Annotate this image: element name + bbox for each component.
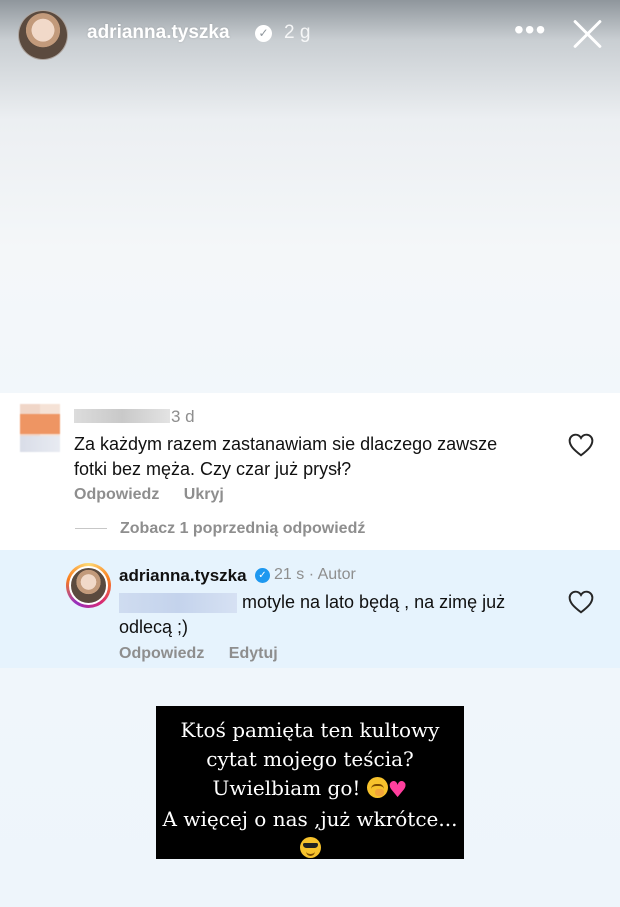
- hide-button[interactable]: Ukryj: [184, 486, 224, 503]
- more-horizontal-icon[interactable]: •••: [514, 16, 545, 44]
- comment-time: 3 d: [171, 407, 195, 426]
- close-icon[interactable]: [570, 15, 606, 51]
- caption-line: A więcej o nas ,już wkrótce...: [162, 807, 458, 831]
- like-heart-icon[interactable]: [568, 433, 594, 457]
- view-previous-replies[interactable]: Zobacz 1 poprzednią odpowiedź: [120, 520, 365, 538]
- caption-line-5: [156, 834, 464, 863]
- story-username[interactable]: adrianna.tyszka: [87, 22, 230, 44]
- verified-badge-icon: ✓: [255, 25, 272, 42]
- profile-avatar[interactable]: [18, 10, 68, 60]
- divider-line: [75, 528, 107, 529]
- reply-avatar: [69, 566, 108, 605]
- story-caption: Ktoś pamięta ten kultowy cytat mojego te…: [156, 706, 464, 859]
- comment-actions: Odpowiedz Ukryj: [74, 486, 244, 504]
- sunglasses-emoji-icon: [299, 837, 321, 858]
- caption-line: Ktoś pamięta ten kultowy: [180, 718, 440, 742]
- reply-item: adrianna.tyszka ✓ 21 s · Autor motyle na…: [0, 550, 620, 668]
- reply-meta: 21 s · Autor: [274, 566, 356, 583]
- story-header: adrianna.tyszka ✓ 2 g •••: [0, 0, 620, 70]
- pink-heart-icon: ♥: [387, 778, 408, 803]
- commenter-avatar-blurred: [20, 404, 60, 452]
- reply-button[interactable]: Odpowiedz: [74, 486, 159, 503]
- hand-over-mouth-emoji-icon: [366, 777, 388, 798]
- edit-button[interactable]: Edytuj: [229, 645, 278, 662]
- story-time: 2 g: [284, 22, 311, 43]
- caption-text: Uwielbiam go!: [212, 776, 361, 800]
- reply-username[interactable]: adrianna.tyszka: [119, 566, 247, 586]
- reply-actions: Odpowiedz Edytuj: [119, 645, 298, 663]
- reply-avatar-ring[interactable]: [66, 563, 111, 608]
- caption-line: cytat mojego teścia?: [206, 747, 414, 771]
- comment-text: Za każdym razem zastanawiam sie dlaczego…: [74, 434, 498, 479]
- like-heart-icon[interactable]: [568, 590, 594, 614]
- comment-panel: 3 d Za każdym razem zastanawiam sie dlac…: [0, 393, 620, 668]
- caption-line-3: Uwielbiam go! ♥: [156, 774, 464, 805]
- reply-text: motyle na lato będą , na zimę już odlecą…: [119, 592, 506, 637]
- commenter-name-blurred: [74, 409, 170, 423]
- verified-badge-icon: ✓: [255, 568, 270, 583]
- reply-button[interactable]: Odpowiedz: [119, 645, 204, 662]
